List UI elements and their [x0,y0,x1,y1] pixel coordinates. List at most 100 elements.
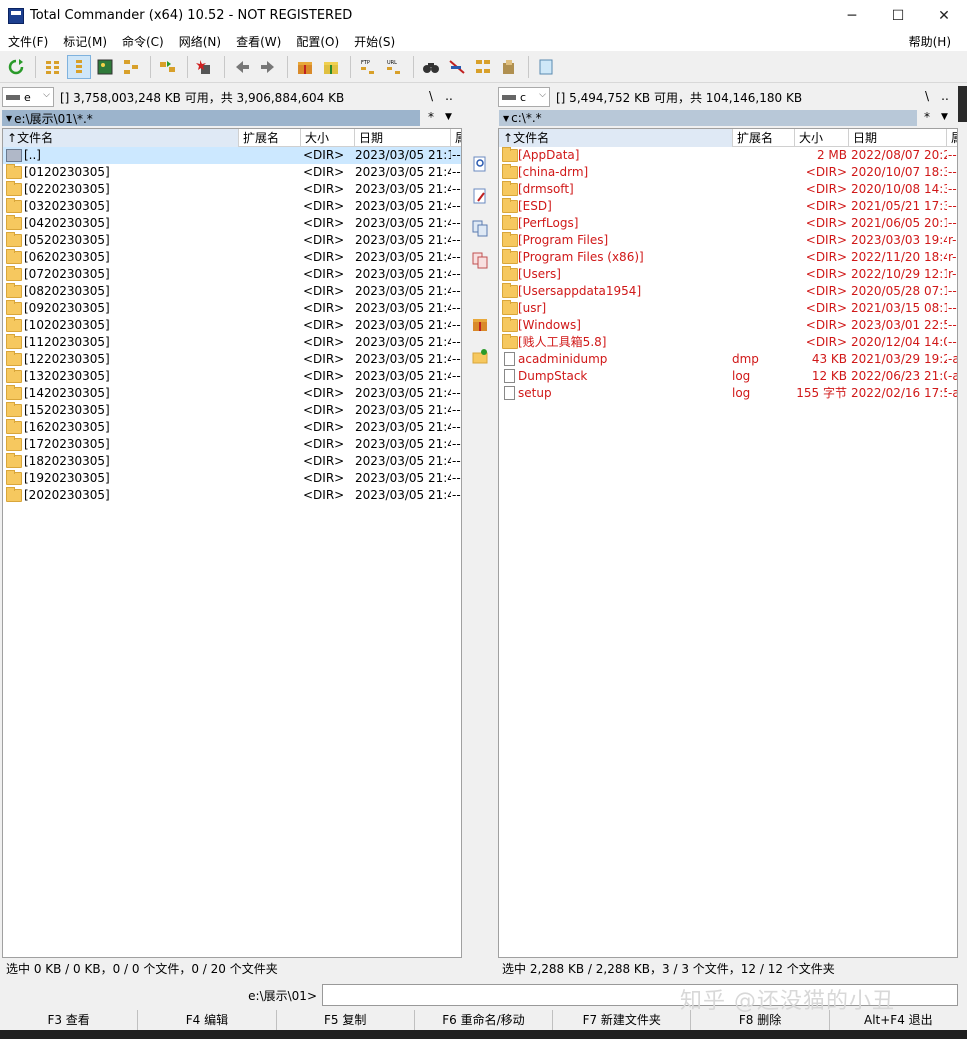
ftp-connect-icon[interactable]: FTP [356,55,380,79]
left-filter-dropdown-icon[interactable]: ▼ [445,112,452,122]
maximize-button[interactable]: ☐ [875,0,921,31]
alt-f4-exit-button[interactable]: Alt+F4 退出 [830,1010,967,1030]
close-button[interactable]: ✕ [921,0,967,31]
table-row[interactable]: [0420230305] <DIR> 2023/03/05 21:42-- [3,215,461,232]
forward-icon[interactable] [256,55,280,79]
move-file-icon[interactable] [470,250,490,270]
left-col-name[interactable]: ↑文件名 [3,129,239,147]
table-row[interactable]: [贱人工具箱5.8] <DIR> 2020/12/04 14:09-- [499,334,957,351]
table-row[interactable]: [0620230305] <DIR> 2023/03/05 21:42-- [3,249,461,266]
menu-show[interactable]: 查看(W) [228,33,288,50]
table-row[interactable]: [0220230305] <DIR> 2023/03/05 21:42-- [3,181,461,198]
f6-rename-move-button[interactable]: F6 重命名/移动 [415,1010,554,1030]
table-row[interactable]: [ESD] <DIR> 2021/05/21 17:33-- [499,198,957,215]
right-col-ext[interactable]: 扩展名 [733,129,795,147]
f4-edit-button[interactable]: F4 编辑 [138,1010,277,1030]
url-connect-icon[interactable]: URL [382,55,406,79]
table-row[interactable]: [0820230305] <DIR> 2023/03/05 21:42-- [3,283,461,300]
right-col-attr[interactable]: 属 [947,129,957,147]
left-root-button[interactable]: \ [422,89,440,103]
brief-view-icon[interactable] [41,55,65,79]
menu-mark[interactable]: 标记(M) [55,33,114,50]
history-dropdown-icon[interactable]: ▼ [6,114,12,123]
right-path-bar[interactable]: ▼ c:\*.* [499,110,917,126]
thumbnail-view-icon[interactable] [93,55,117,79]
menu-net[interactable]: 网络(N) [171,33,228,50]
table-row[interactable]: [1320230305] <DIR> 2023/03/05 21:42-- [3,368,461,385]
right-filter[interactable]: * [924,110,930,124]
f3-view-button[interactable]: F3 查看 [0,1010,139,1030]
right-filter-dropdown-icon[interactable]: ▼ [941,112,948,122]
new-folder-icon[interactable] [470,346,490,366]
table-row[interactable]: [PerfLogs] <DIR> 2021/06/05 20:10-- [499,215,957,232]
right-up-button[interactable]: .. [936,89,954,103]
left-col-size[interactable]: 大小 [301,129,355,147]
table-row[interactable]: [AppData] 2 MB 2022/08/07 20:23-- [499,147,957,164]
table-row[interactable]: setup log 155 字节 2022/02/16 17:52-a [499,385,957,402]
table-row[interactable]: [1420230305] <DIR> 2023/03/05 21:42-- [3,385,461,402]
table-row[interactable]: [Windows] <DIR> 2023/03/01 22:55-- [499,317,957,334]
table-row[interactable]: [1520230305] <DIR> 2023/03/05 21:42-- [3,402,461,419]
table-row[interactable]: [0920230305] <DIR> 2023/03/05 21:42-- [3,300,461,317]
refresh-icon[interactable] [4,55,28,79]
left-file-panel[interactable]: ↑文件名 扩展名 大小 日期 属 [..] <DIR> 2023/03/05 21:… [2,128,462,958]
left-filter[interactable]: * [428,110,434,124]
f8-delete-button[interactable]: F8 删除 [691,1010,830,1030]
table-row[interactable]: [1820230305] <DIR> 2023/03/05 21:42-- [3,453,461,470]
back-icon[interactable] [230,55,254,79]
f7-new-folder-button[interactable]: F7 新建文件夹 [553,1010,692,1030]
multi-rename-icon[interactable] [445,55,469,79]
menu-help[interactable]: 帮助(H) [909,33,951,50]
search-icon[interactable] [419,55,443,79]
tree-view-icon[interactable] [119,55,143,79]
table-row[interactable]: [0520230305] <DIR> 2023/03/05 21:42-- [3,232,461,249]
menu-configuration[interactable]: 配置(O) [288,33,346,50]
right-col-name[interactable]: ↑文件名 [499,129,733,147]
table-row[interactable]: [1120230305] <DIR> 2023/03/05 21:42-- [3,334,461,351]
table-row[interactable]: acadminidump dmp 43 KB 2021/03/29 19:26-a [499,351,957,368]
table-row[interactable]: [2020230305] <DIR> 2023/03/05 21:42-- [3,487,461,504]
notepad-icon[interactable] [534,55,558,79]
left-col-attr[interactable]: 属 [451,129,461,147]
table-row[interactable]: [Users] <DIR> 2022/10/29 12:10r- [499,266,957,283]
full-view-icon[interactable] [67,55,91,79]
table-row[interactable]: [0720230305] <DIR> 2023/03/05 21:42-- [3,266,461,283]
table-row[interactable]: [1720230305] <DIR> 2023/03/05 21:42-- [3,436,461,453]
table-row[interactable]: [1220230305] <DIR> 2023/03/05 21:42-- [3,351,461,368]
unpack-icon[interactable] [319,55,343,79]
table-row[interactable]: [Program Files] <DIR> 2023/03/03 19:42r- [499,232,957,249]
right-drive-select[interactable]: c ⌵ [498,87,550,107]
table-row[interactable]: [1620230305] <DIR> 2023/03/05 21:42-- [3,419,461,436]
right-col-date[interactable]: 日期 [849,129,947,147]
minimize-button[interactable]: ─ [829,0,875,31]
pack-icon[interactable] [293,55,317,79]
table-row[interactable]: [1020230305] <DIR> 2023/03/05 21:42-- [3,317,461,334]
menu-start[interactable]: 开始(S) [346,33,402,50]
copy-file-icon[interactable] [470,218,490,238]
table-row[interactable]: [0320230305] <DIR> 2023/03/05 21:42-- [3,198,461,215]
copy-names-icon[interactable] [497,55,521,79]
left-path-bar[interactable]: ▼ e:\展示\01\*.* [2,110,420,126]
table-row[interactable]: [Usersappdata1954] <DIR> 2020/05/28 07:10-… [499,283,957,300]
table-row[interactable]: [china-drm] <DIR> 2020/10/07 18:39-- [499,164,957,181]
left-col-ext[interactable]: 扩展名 [239,129,301,147]
menu-commands[interactable]: 命令(C) [114,33,171,50]
table-row[interactable]: DumpStack log 12 KB 2022/06/23 21:03-a [499,368,957,385]
f5-copy-button[interactable]: F5 复制 [277,1010,415,1030]
left-col-date[interactable]: 日期 [355,129,451,147]
right-file-panel[interactable]: ↑文件名 扩展名 大小 日期 属 [AppData] 2 MB 2022/08/07… [498,128,958,958]
right-root-button[interactable]: \ [918,89,936,103]
left-up-button[interactable]: .. [440,89,458,103]
right-col-size[interactable]: 大小 [795,129,849,147]
archive-icon[interactable] [470,314,490,334]
table-row[interactable]: [Program Files (x86)] <DIR> 2022/11/20 18:… [499,249,957,266]
parent-dir-row[interactable]: [..] <DIR> 2023/03/05 21:18-- [3,147,461,164]
edit-file-icon[interactable] [470,186,490,206]
sync-dirs-icon[interactable] [471,55,495,79]
left-drive-select[interactable]: e ⌵ [2,87,54,107]
mark-icon[interactable] [193,55,217,79]
view-file-icon[interactable] [470,154,490,174]
table-row[interactable]: [usr] <DIR> 2021/03/15 08:11-- [499,300,957,317]
table-row[interactable]: [drmsoft] <DIR> 2020/10/08 14:37-- [499,181,957,198]
history-dropdown-icon[interactable]: ▼ [503,114,509,123]
